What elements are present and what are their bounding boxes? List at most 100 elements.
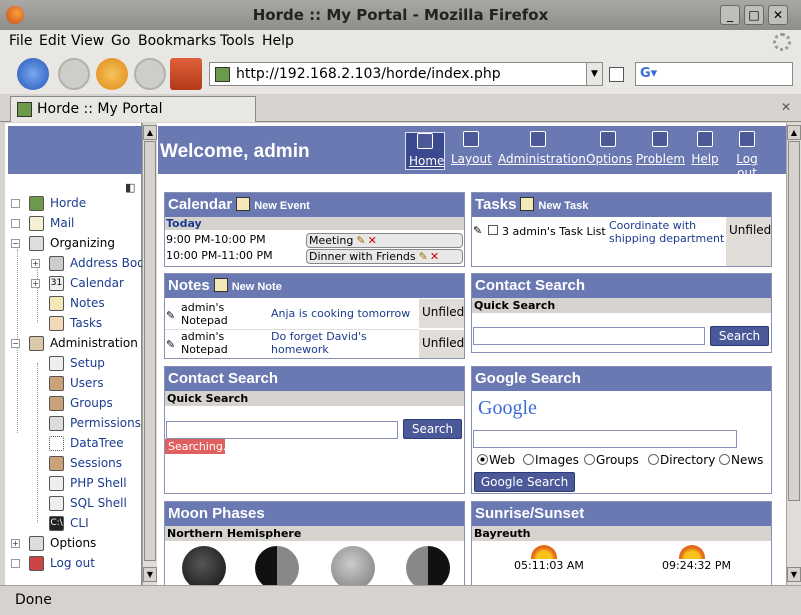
sidebar-item-calendar[interactable]: +31 Calendar [31,275,142,293]
notepad-name: admin's Notepad [181,301,228,327]
menu-go[interactable]: Go [111,33,130,49]
search-engine-field[interactable]: G▾ [635,62,793,86]
new-note-link[interactable]: New Note [232,281,282,293]
minimize-icon[interactable]: _ [720,5,740,25]
sunrise-time: 05:11:03 AM [514,559,584,572]
task-checkbox[interactable] [488,225,498,235]
menu-tools[interactable]: Tools [220,33,255,49]
new-task-link[interactable]: New Task [538,200,588,212]
go-icon[interactable] [609,67,624,82]
note-link[interactable]: Anja is cooking tomorrow [271,307,419,320]
task-link[interactable]: Coordinate with shipping department [609,219,727,245]
menu-bookmarks[interactable]: Bookmarks [138,33,216,49]
radio-directory[interactable]: Directory [648,453,715,467]
nav-problem[interactable]: Problem [636,131,685,166]
sidebar-item-sql-shell[interactable]: SQL Shell [31,495,142,513]
sidebar-item-address-book[interactable]: + Address Book [31,255,151,273]
sidebar-scrollbar[interactable]: ▲ ▼ [142,123,157,585]
sessions-icon [49,456,64,471]
note-link[interactable]: Do forget David's homework [271,330,419,356]
sidebar-item-setup[interactable]: Setup [31,355,142,373]
scroll-down-icon[interactable]: ▼ [143,567,157,582]
collapse-sidebar-icon[interactable]: ◧ [125,181,135,194]
menu-edit[interactable]: Edit [39,33,66,49]
sidebar-item-administration[interactable]: − Administration [11,335,142,353]
new-note-icon[interactable] [213,278,228,292]
new-event-icon[interactable] [236,197,251,211]
sidebar-item-groups[interactable]: Groups [31,395,142,413]
nav-options[interactable]: Options [586,131,632,166]
sidebar-item-cli[interactable]: C:\ CLI [31,515,142,533]
new-event-link[interactable]: New Event [254,200,310,212]
sidebar-item-horde[interactable]: Horde [11,195,142,213]
nav-administration[interactable]: Administration [498,131,586,166]
sidebar-item-options[interactable]: + Options [11,535,142,553]
google-search-button[interactable]: Google Search [474,472,575,492]
status-text: Done [15,592,52,608]
notepad-name: admin's Notepad [181,330,228,356]
url-field[interactable]: http://192.168.2.103/horde/index.php ▼ [209,62,603,86]
menu-view[interactable]: View [71,33,104,49]
sidebar-item-datatree[interactable]: DataTree [31,435,142,453]
sidebar-item-php-shell[interactable]: PHP Shell [31,475,142,493]
url-text: http://192.168.2.103/horde/index.php [236,66,501,82]
reload-icon[interactable] [96,58,128,90]
scroll-down-icon[interactable]: ▼ [787,567,801,582]
sidebar-item-sessions[interactable]: Sessions [31,455,142,473]
nav-home[interactable]: Home [405,132,445,170]
contact-search-button[interactable]: Search [710,326,769,346]
sql-shell-icon [49,496,64,511]
radio-images[interactable]: Images [523,453,579,467]
contact-search-input[interactable] [473,327,705,345]
back-icon[interactable] [17,58,49,90]
logout-icon [739,131,755,147]
new-task-icon[interactable] [520,197,535,211]
delete-icon[interactable]: ✕ [430,250,439,263]
sidebar-item-mail[interactable]: Mail [11,215,142,233]
home-icon[interactable] [170,58,202,90]
sunset-icon [679,545,705,559]
delete-icon[interactable]: ✕ [368,234,377,247]
maximize-icon[interactable]: □ [744,5,764,25]
scroll-up-icon[interactable]: ▲ [143,125,157,140]
note-edit-icon[interactable]: ✎ [166,309,175,322]
scroll-thumb[interactable] [144,141,156,561]
google-search-input[interactable] [473,430,737,448]
note-edit-icon[interactable]: ✎ [166,338,175,351]
organizing-icon [29,236,44,251]
event-meeting[interactable]: Meeting ✎ ✕ [306,233,463,248]
scroll-thumb[interactable] [788,141,800,501]
radio-groups[interactable]: Groups [584,453,639,467]
event-dinner[interactable]: Dinner with Friends ✎ ✕ [306,249,463,264]
nav-layout[interactable]: Layout [451,131,492,166]
close-icon[interactable]: ✕ [768,5,788,25]
nav-help[interactable]: Help [691,131,719,166]
nav-logout[interactable]: Log out [726,131,768,180]
forward-icon[interactable] [58,58,90,90]
menu-file[interactable]: File [9,33,32,49]
stop-icon[interactable] [134,58,166,90]
sidebar-item-notes[interactable]: Notes [31,295,142,313]
google-engine-icon[interactable]: G▾ [640,66,657,81]
page-scrollbar[interactable]: ▲ ▼ [786,123,801,585]
menu-help[interactable]: Help [262,33,294,49]
sidebar-item-tasks[interactable]: Tasks [31,315,142,333]
sidebar-item-logout[interactable]: Log out [11,555,142,573]
contact-search-input[interactable] [166,421,398,439]
sidebar-item-users[interactable]: Users [31,375,142,393]
note-status: Unfiled [419,330,464,358]
edit-icon[interactable]: ✎ [356,234,365,247]
edit-icon[interactable]: ✎ [419,250,428,263]
task-edit-icon[interactable]: ✎ [473,224,482,237]
sunrise-icon [531,545,557,559]
sidebar-item-permissions[interactable]: Permissions [31,415,142,433]
radio-web[interactable]: Web [477,453,515,467]
moon-phases-header: Moon Phases [165,502,464,526]
scroll-up-icon[interactable]: ▲ [787,125,801,140]
url-dropdown-icon[interactable]: ▼ [586,63,602,85]
contact-search-button[interactable]: Search [403,419,462,439]
tab-horde-portal[interactable]: Horde :: My Portal [10,96,256,122]
close-tab-icon[interactable]: ✕ [781,100,791,114]
sidebar-item-organizing[interactable]: − Organizing [11,235,142,253]
radio-news[interactable]: News [719,453,763,467]
